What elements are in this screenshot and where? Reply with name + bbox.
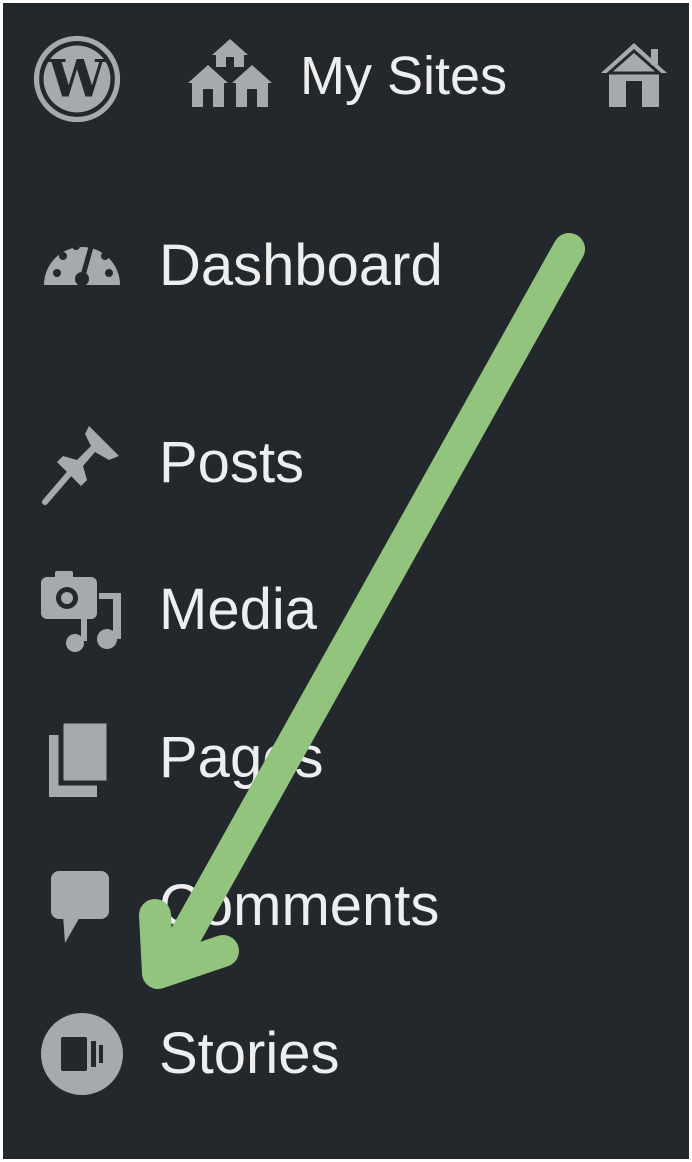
sidebar-item-label: Media [159,577,317,642]
sidebar-item-label: Stories [159,1021,340,1086]
my-sites-label[interactable]: My Sites [300,41,507,111]
sidebar-item-dashboard[interactable]: Dashboard [3,211,689,321]
svg-text:W: W [47,50,106,110]
sidebar-item-media[interactable]: Media [3,555,689,665]
wordpress-logo-icon[interactable]: W [33,35,121,123]
my-sites-houses-icon[interactable] [186,37,274,109]
sidebar-item-comments[interactable]: Comments [3,851,689,961]
pages-icon [39,715,125,801]
sidebar-item-label: Dashboard [159,233,443,298]
admin-sidebar: W My Sites Dashboard Posts Media Pages C… [3,3,689,1159]
dashboard-gauge-icon [39,223,125,309]
home-icon[interactable] [599,41,669,109]
sidebar-item-label: Pages [159,725,324,790]
sidebar-item-stories[interactable]: Stories [3,999,689,1109]
sidebar-item-posts[interactable]: Posts [3,408,689,518]
camera-music-icon [39,567,125,653]
comment-bubble-icon [39,863,125,949]
pushpin-icon [39,420,125,506]
sidebar-item-pages[interactable]: Pages [3,703,689,813]
stories-icon [39,1011,125,1097]
sidebar-item-label: Posts [159,430,305,495]
sidebar-item-label: Comments [159,873,440,938]
